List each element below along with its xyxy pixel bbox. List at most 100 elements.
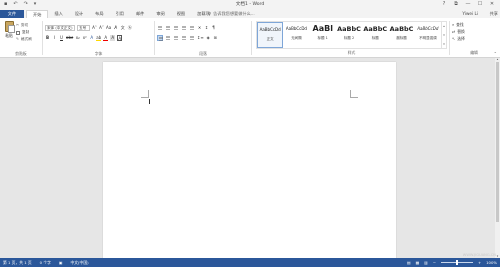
italic-button[interactable]: I <box>52 35 57 41</box>
borders-icon[interactable]: ⊞ <box>213 35 218 41</box>
char-shading-icon[interactable]: A <box>110 35 116 41</box>
language[interactable]: 中文(中国) <box>70 258 88 267</box>
find-button[interactable]: ⌕ 查找 <box>452 21 465 28</box>
margin-mark-top-right <box>350 90 358 98</box>
tab-references[interactable]: 引用 <box>110 10 130 18</box>
align-right-icon[interactable] <box>173 35 179 41</box>
show-marks-icon[interactable]: ¶ <box>211 25 216 31</box>
font-color-icon[interactable]: A <box>103 35 109 41</box>
style-subtitle[interactable]: AaBbC 副标题 <box>388 22 414 48</box>
print-layout-icon[interactable]: ▦ <box>416 258 420 267</box>
shading-icon[interactable]: ◈ <box>206 35 211 41</box>
shrink-font-icon[interactable]: A˅ <box>99 25 104 31</box>
copy-button[interactable]: 复制 <box>16 29 32 36</box>
help-button[interactable]: ? <box>438 0 450 9</box>
title-bar: ▪ ↶ ↷ ▾ 文档1 - Word ? ⧉ — ☐ ✕ <box>0 0 500 10</box>
zoom-out-icon[interactable]: − <box>433 258 436 267</box>
change-case-icon[interactable]: Aa <box>106 25 111 31</box>
chevron-down-icon[interactable]: ▾ <box>442 31 446 40</box>
paste-button[interactable]: 粘贴 <box>3 21 15 43</box>
tab-mailings[interactable]: 邮件 <box>130 10 150 18</box>
tab-file[interactable]: 文件 <box>0 10 24 18</box>
document-page[interactable] <box>103 62 396 262</box>
web-layout-icon[interactable]: ▥ <box>424 258 428 267</box>
align-left-icon[interactable] <box>157 35 163 41</box>
style-normal[interactable]: AaBbCcDd 正文 <box>257 22 284 48</box>
bold-button[interactable]: B <box>45 35 50 41</box>
cut-button[interactable]: ✂ 剪切 <box>16 22 32 29</box>
maximize-button[interactable]: ☐ <box>474 0 486 9</box>
replace-button[interactable]: ⇄ 替换 <box>452 28 465 35</box>
format-painter-button[interactable]: ✎ 格式刷 <box>16 36 32 43</box>
tab-review[interactable]: 审阅 <box>150 10 170 18</box>
more-styles-icon[interactable]: ▾ <box>442 40 446 49</box>
decrease-indent-icon[interactable] <box>181 25 187 31</box>
style-sample: AaBbCcDd <box>259 27 281 32</box>
font-size-combo[interactable]: 五号 <box>77 25 90 31</box>
phonetic-guide-icon[interactable]: 文 <box>120 25 125 31</box>
read-mode-icon[interactable]: ▤ <box>407 258 411 267</box>
chevron-up-icon[interactable]: ▴ <box>442 22 446 31</box>
subscript-button[interactable]: x₂ <box>75 35 80 41</box>
grow-font-icon[interactable]: A˄ <box>92 25 97 31</box>
enclose-char-icon[interactable]: Ⓐ <box>127 25 132 31</box>
watermark: WWW.JIGUANG.CN <box>462 253 496 257</box>
font-name-combo[interactable]: 宋体 (中文正文) <box>45 25 75 31</box>
word-count[interactable]: 0 个字 <box>40 258 51 267</box>
style-no-spacing[interactable]: AaBbCcDd 无间隔 <box>283 22 309 48</box>
highlight-icon[interactable]: ab <box>96 35 102 41</box>
proofing-icon[interactable]: ▣ <box>59 258 63 267</box>
scroll-up-icon[interactable]: ▴ <box>495 58 500 61</box>
zoom-in-icon[interactable]: + <box>478 258 481 267</box>
paragraph-group-label: 段落 <box>199 51 207 56</box>
style-title[interactable]: AaBbC 标题 <box>362 22 388 48</box>
zoom-slider[interactable] <box>440 260 473 265</box>
ribbon-display-button[interactable]: ⧉ <box>450 0 462 9</box>
style-sample: AaBbC <box>363 25 388 33</box>
window-title: 文档1 - Word <box>235 2 265 7</box>
increase-indent-icon[interactable] <box>189 25 195 31</box>
underline-button[interactable]: U <box>59 35 64 41</box>
text-effects-icon[interactable]: A <box>89 35 94 41</box>
sort-icon[interactable]: ↕ <box>204 25 209 31</box>
tell-me-box[interactable]: ♀ 告诉我您想要做什么... <box>208 10 255 18</box>
minimize-button[interactable]: — <box>462 0 474 9</box>
align-center-icon[interactable] <box>165 35 171 41</box>
distributed-icon[interactable] <box>189 35 195 41</box>
font-row-1: 宋体 (中文正文) 五号 A˄ A˅ Aa A̸ 文 Ⓐ <box>45 25 132 31</box>
style-name: 无间隔 <box>291 36 302 40</box>
zoom-level[interactable]: 100% <box>486 258 497 267</box>
select-button[interactable]: ↖ 选择 <box>452 35 465 42</box>
vertical-scrollbar[interactable]: ▴ ▾ <box>495 58 500 258</box>
copy-label: 复制 <box>22 30 30 34</box>
close-button[interactable]: ✕ <box>486 0 498 9</box>
user-name[interactable]: Yiwei Li <box>462 10 478 18</box>
collapse-ribbon-icon[interactable]: ⌃ <box>494 51 497 56</box>
line-spacing-icon[interactable]: ↕≡ <box>197 35 204 41</box>
strikethrough-button[interactable]: abc <box>66 35 73 41</box>
tab-view[interactable]: 视图 <box>171 10 191 18</box>
multilevel-list-icon[interactable] <box>173 25 179 31</box>
page-count[interactable]: 第 1 页，共 1 页 <box>3 258 32 267</box>
tab-layout[interactable]: 布局 <box>89 10 109 18</box>
superscript-button[interactable]: x² <box>82 35 87 41</box>
clear-format-icon[interactable]: A̸ <box>113 25 118 31</box>
style-sample: AaBbC <box>337 25 361 33</box>
scissors-icon: ✂ <box>16 23 20 27</box>
style-heading-2[interactable]: AaBbC 标题 2 <box>336 22 362 48</box>
justify-icon[interactable] <box>181 35 187 41</box>
gallery-scroll[interactable]: ▴ ▾ ▾ <box>442 21 447 49</box>
numbering-icon[interactable] <box>165 25 171 31</box>
style-heading-1[interactable]: AaBl 标题 1 <box>310 22 336 48</box>
tab-design[interactable]: 设计 <box>69 10 89 18</box>
tab-home[interactable]: 开始 <box>26 10 49 18</box>
style-subtle-emphasis[interactable]: AaBbCcDd 不明显强调 <box>415 22 441 48</box>
chinese-layout-icon[interactable]: ✕ <box>197 25 202 31</box>
scroll-thumb[interactable] <box>496 62 499 222</box>
char-border-icon[interactable]: A <box>117 35 123 41</box>
format-painter-label: 格式刷 <box>21 37 32 41</box>
share-button[interactable]: 共享 <box>490 10 498 18</box>
tab-insert[interactable]: 插入 <box>48 10 68 18</box>
bullets-icon[interactable] <box>157 25 163 31</box>
cursor-icon: ↖ <box>452 36 456 41</box>
